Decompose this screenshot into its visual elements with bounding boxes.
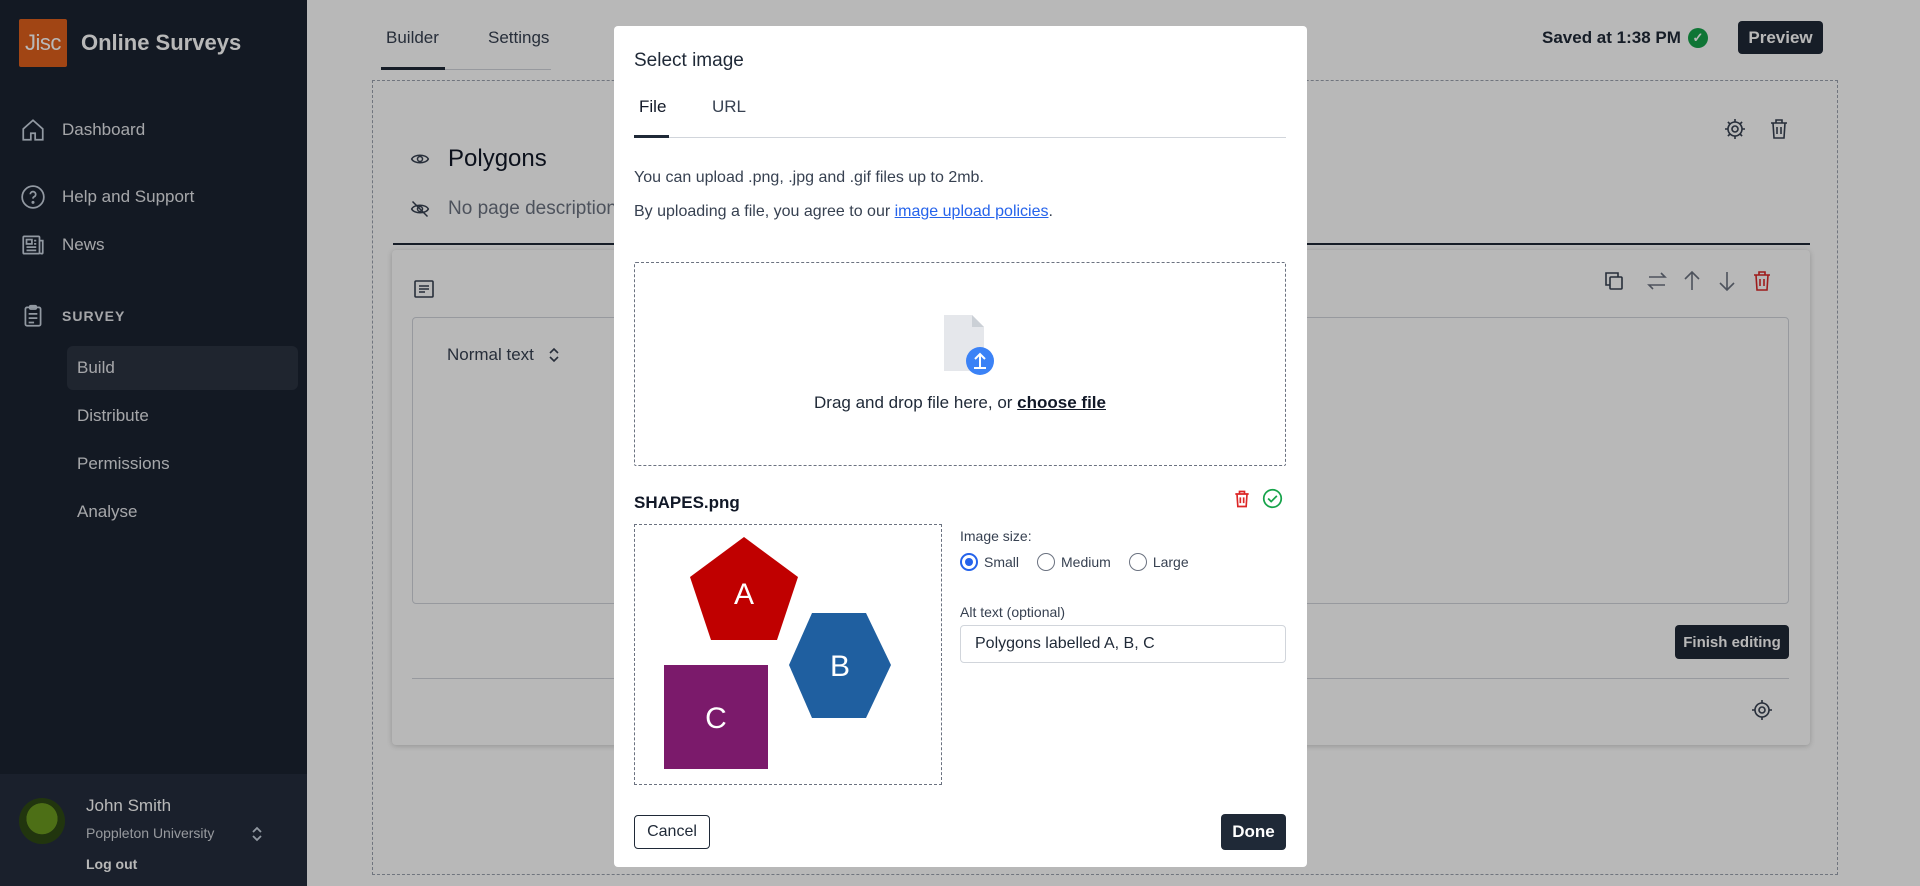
check-circle-icon[interactable] [1262, 488, 1283, 509]
shapes-image: A B C [664, 537, 891, 769]
tab-file[interactable]: File [639, 97, 666, 117]
radio-large[interactable] [1128, 553, 1147, 571]
cancel-button[interactable]: Cancel [634, 815, 710, 849]
alt-text-input[interactable] [960, 625, 1286, 663]
tab-url[interactable]: URL [712, 97, 746, 117]
done-button[interactable]: Done [1221, 814, 1286, 850]
shape-label-a: A [734, 578, 754, 611]
alt-text-label: Alt text (optional) [960, 604, 1066, 620]
image-upload-policies-link[interactable]: image upload policies [895, 203, 1049, 220]
file-name: SHAPES.png [634, 493, 740, 512]
size-option-small[interactable]: Small [960, 553, 1019, 571]
trash-icon[interactable] [1232, 489, 1252, 509]
shape-label-c: C [705, 702, 727, 735]
radio-medium[interactable] [1037, 553, 1056, 571]
image-size-radio-group: Small Medium Large [960, 553, 1189, 571]
size-option-large[interactable]: Large [1128, 553, 1189, 571]
file-upload-icon [944, 315, 994, 375]
dialog-tabs-divider [634, 137, 1286, 138]
active-tab-indicator [634, 135, 669, 138]
radio-small[interactable] [960, 553, 978, 571]
file-dropzone[interactable]: Drag and drop file here, or choose file [634, 262, 1286, 466]
select-image-dialog: Select image File URL You can upload .pn… [614, 26, 1307, 867]
shape-label-b: B [830, 650, 850, 683]
image-preview: A B C [634, 524, 942, 785]
size-option-medium[interactable]: Medium [1037, 553, 1111, 571]
choose-file-link[interactable]: choose file [1017, 393, 1106, 412]
dropzone-text: Drag and drop file here, or choose file [814, 393, 1106, 412]
dialog-title: Select image [634, 50, 744, 71]
upload-policy-text: By uploading a file, you agree to our im… [634, 203, 1053, 220]
upload-info: You can upload .png, .jpg and .gif files… [634, 169, 984, 186]
image-size-label: Image size: [960, 528, 1032, 544]
